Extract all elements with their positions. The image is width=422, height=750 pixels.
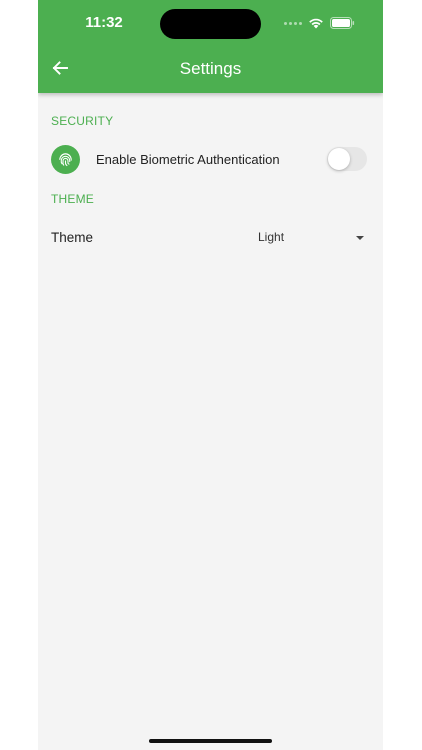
app-bar: 11:32 Settings [38,0,383,93]
phone-screen: 11:32 Settings SECURITY Enable Biometric… [38,0,383,750]
battery-icon [330,17,355,29]
theme-dropdown[interactable]: Light [256,226,368,250]
theme-label: Theme [51,230,94,245]
section-header-theme: THEME [51,192,94,206]
dynamic-island [160,9,261,39]
page-title: Settings [179,59,242,78]
dropdown-arrow-icon [356,236,364,240]
status-icons [284,15,355,31]
status-time: 11:32 [85,14,123,31]
section-header-security: SECURITY [51,114,114,128]
cellular-signal-icon [284,21,302,25]
home-indicator [149,739,272,743]
theme-selected-value: Light [258,230,285,244]
wifi-icon [309,18,323,29]
biometric-toggle[interactable] [327,147,367,171]
biometric-label: Enable Biometric Authentication [96,152,280,167]
biometric-setting-row: Enable Biometric Authentication [38,140,383,180]
fingerprint-icon [51,145,80,174]
toggle-knob [328,148,350,170]
